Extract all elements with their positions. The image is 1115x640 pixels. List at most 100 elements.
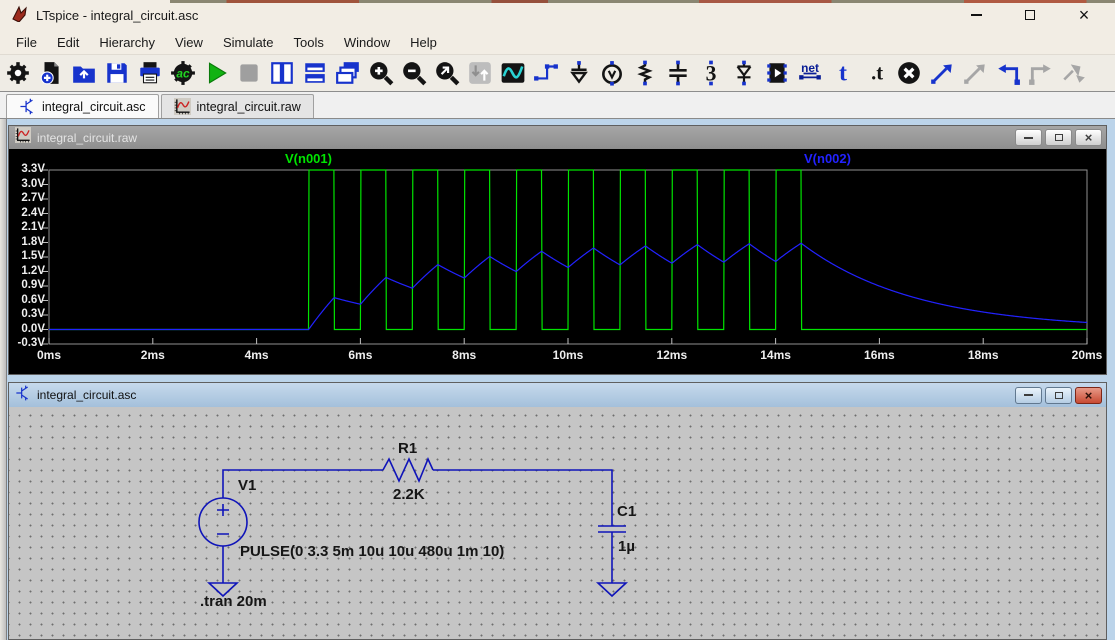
menu-hierarchy[interactable]: Hierarchy xyxy=(89,32,165,53)
toolbar-undo-button[interactable] xyxy=(995,60,1021,86)
x-axis-tick-label[interactable]: 0ms xyxy=(37,348,61,362)
toolbar-inductor-button[interactable]: 3 xyxy=(698,60,724,86)
x-axis-tick-label[interactable]: 6ms xyxy=(348,348,372,362)
x-axis-tick-label[interactable]: 12ms xyxy=(656,348,687,362)
y-axis-tick-label[interactable]: 1.2V xyxy=(9,265,45,277)
menu-view[interactable]: View xyxy=(165,32,213,53)
toolbar-drag-button xyxy=(962,60,988,86)
x-axis-tick-label[interactable]: 2ms xyxy=(141,348,165,362)
y-axis-tick-label[interactable]: 0.9V xyxy=(9,279,45,291)
run-icon xyxy=(203,60,229,86)
tab-schematic[interactable]: integral_circuit.asc xyxy=(6,94,159,118)
print-icon xyxy=(137,60,163,86)
toolbar-move-button[interactable] xyxy=(929,60,955,86)
halt-icon xyxy=(236,60,262,86)
toolbar-voltage-source-button[interactable] xyxy=(599,60,625,86)
c1-ref-label[interactable]: C1 xyxy=(617,503,636,520)
x-axis-tick-label[interactable]: 4ms xyxy=(245,348,269,362)
waveform-plot-svg xyxy=(9,149,1106,374)
toolbar-cascade-button[interactable] xyxy=(335,60,361,86)
menu-tools[interactable]: Tools xyxy=(284,32,334,53)
plus-minus-marks xyxy=(217,504,229,534)
schematic-close-button[interactable]: × xyxy=(1075,387,1102,404)
maximize-button[interactable] xyxy=(1023,8,1037,22)
y-axis-tick-label[interactable]: 1.8V xyxy=(9,236,45,248)
y-axis-tick-label[interactable]: 2.4V xyxy=(9,207,45,219)
x-axis-tick-label[interactable]: 16ms xyxy=(864,348,895,362)
toolbar-zoom-extents-button[interactable] xyxy=(434,60,460,86)
toolbar-zoom-in-button[interactable] xyxy=(368,60,394,86)
v1-value-label[interactable]: PULSE(0 3.3 5m 10u 10u 480u 1m 10) xyxy=(240,543,504,560)
waveform-close-button[interactable]: × xyxy=(1075,129,1102,146)
toolbar-text-button[interactable]: t xyxy=(830,60,856,86)
toolbar-tile-horizontal-button[interactable] xyxy=(302,60,328,86)
y-axis-tick-label[interactable]: 2.7V xyxy=(9,192,45,204)
desktop-edge-strip xyxy=(170,0,1115,3)
schematic-restore-button[interactable] xyxy=(1045,387,1072,404)
toolbar-run-button[interactable] xyxy=(203,60,229,86)
trace-label-vn001[interactable]: V(n001) xyxy=(285,151,332,166)
x-axis-tick-label[interactable]: 14ms xyxy=(760,348,791,362)
waveform-plot[interactable]: 3.3V 3.0V 2.7V 2.4V 2.1V 1.8V 1.5V 1.2V 0.9V 0.6V… xyxy=(9,149,1106,374)
ground-symbol[interactable] xyxy=(598,583,626,596)
toolbar-waveform-settings-button[interactable] xyxy=(500,60,526,86)
x-axis-tick-label[interactable]: 8ms xyxy=(452,348,476,362)
toolbar-delete-button[interactable] xyxy=(896,60,922,86)
y-axis-tick-label[interactable]: 0.3V xyxy=(9,308,45,320)
x-axis-tick-label[interactable]: 10ms xyxy=(553,348,584,362)
waveform-restore-button[interactable] xyxy=(1045,129,1072,146)
y-axis-tick-label[interactable]: 3.3V xyxy=(9,163,45,175)
toolbar-capacitor-button[interactable] xyxy=(665,60,691,86)
svg-text:t: t xyxy=(839,61,847,86)
schematic-icon xyxy=(19,98,36,115)
new-schematic-icon xyxy=(38,60,64,86)
schematic-canvas[interactable]: V1 PULSE(0 3.3 5m 10u 10u 480u 1m 10) R1… xyxy=(9,407,1106,639)
toolbar-ac-analysis-button[interactable]: ac xyxy=(170,60,196,86)
v1-ref-label[interactable]: V1 xyxy=(238,477,256,494)
toolbar-tile-vertical-button[interactable] xyxy=(269,60,295,86)
toolbar-halt-button xyxy=(236,60,262,86)
y-axis-tick-label[interactable]: 3.0V xyxy=(9,178,45,190)
toolbar-resistor-button[interactable] xyxy=(632,60,658,86)
waveform-window-titlebar[interactable]: integral_circuit.raw × xyxy=(9,126,1106,149)
schematic-minimize-button[interactable] xyxy=(1015,387,1042,404)
toolbar-zoom-out-button[interactable] xyxy=(401,60,427,86)
toolbar-control-panel-button[interactable] xyxy=(5,60,31,86)
r1-ref-label[interactable]: R1 xyxy=(398,440,417,457)
y-axis-tick-label[interactable]: 0.0V xyxy=(9,323,45,335)
toolbar-diode-button[interactable] xyxy=(731,60,757,86)
toolbar-component-button[interactable] xyxy=(764,60,790,86)
menu-simulate[interactable]: Simulate xyxy=(213,32,284,53)
menu-edit[interactable]: Edit xyxy=(47,32,89,53)
svg-text:ac: ac xyxy=(176,66,190,80)
minimize-button[interactable] xyxy=(969,8,983,22)
toolbar-net-label-button[interactable]: net xyxy=(797,60,823,86)
menu-help[interactable]: Help xyxy=(400,32,447,53)
close-button[interactable]: × xyxy=(1077,8,1091,22)
c1-value-label[interactable]: 1µ xyxy=(618,538,635,555)
x-axis-tick-label[interactable]: 20ms xyxy=(1072,348,1103,362)
toolbar-print-button[interactable] xyxy=(137,60,163,86)
toolbar-wire-button[interactable] xyxy=(533,60,559,86)
y-axis-tick-label[interactable]: 1.5V xyxy=(9,250,45,262)
toolbar-open-button[interactable] xyxy=(71,60,97,86)
schematic-window-titlebar[interactable]: integral_circuit.asc × xyxy=(9,383,1106,407)
tran-directive-label[interactable]: .tran 20m xyxy=(200,593,267,610)
menu-bar: File Edit Hierarchy View Simulate Tools … xyxy=(0,30,1115,55)
save-icon xyxy=(104,60,130,86)
y-axis-tick-label[interactable]: 2.1V xyxy=(9,221,45,233)
tab-waveform[interactable]: integral_circuit.raw xyxy=(161,94,314,118)
toolbar-new-schematic-button[interactable] xyxy=(38,60,64,86)
trace-label-vn002[interactable]: V(n002) xyxy=(804,151,851,166)
toolbar-ground-button[interactable] xyxy=(566,60,592,86)
menu-file[interactable]: File xyxy=(6,32,47,53)
resistor-symbol[interactable] xyxy=(383,459,433,481)
waveform-minimize-button[interactable] xyxy=(1015,129,1042,146)
menu-window[interactable]: Window xyxy=(334,32,400,53)
y-axis-tick-label[interactable]: 0.6V xyxy=(9,294,45,306)
x-axis-tick-label[interactable]: 18ms xyxy=(968,348,999,362)
waveform-settings-icon xyxy=(500,60,526,86)
r1-value-label[interactable]: 2.2K xyxy=(393,486,425,503)
toolbar-save-button[interactable] xyxy=(104,60,130,86)
toolbar-spice-directive-button[interactable]: .t xyxy=(863,60,889,86)
